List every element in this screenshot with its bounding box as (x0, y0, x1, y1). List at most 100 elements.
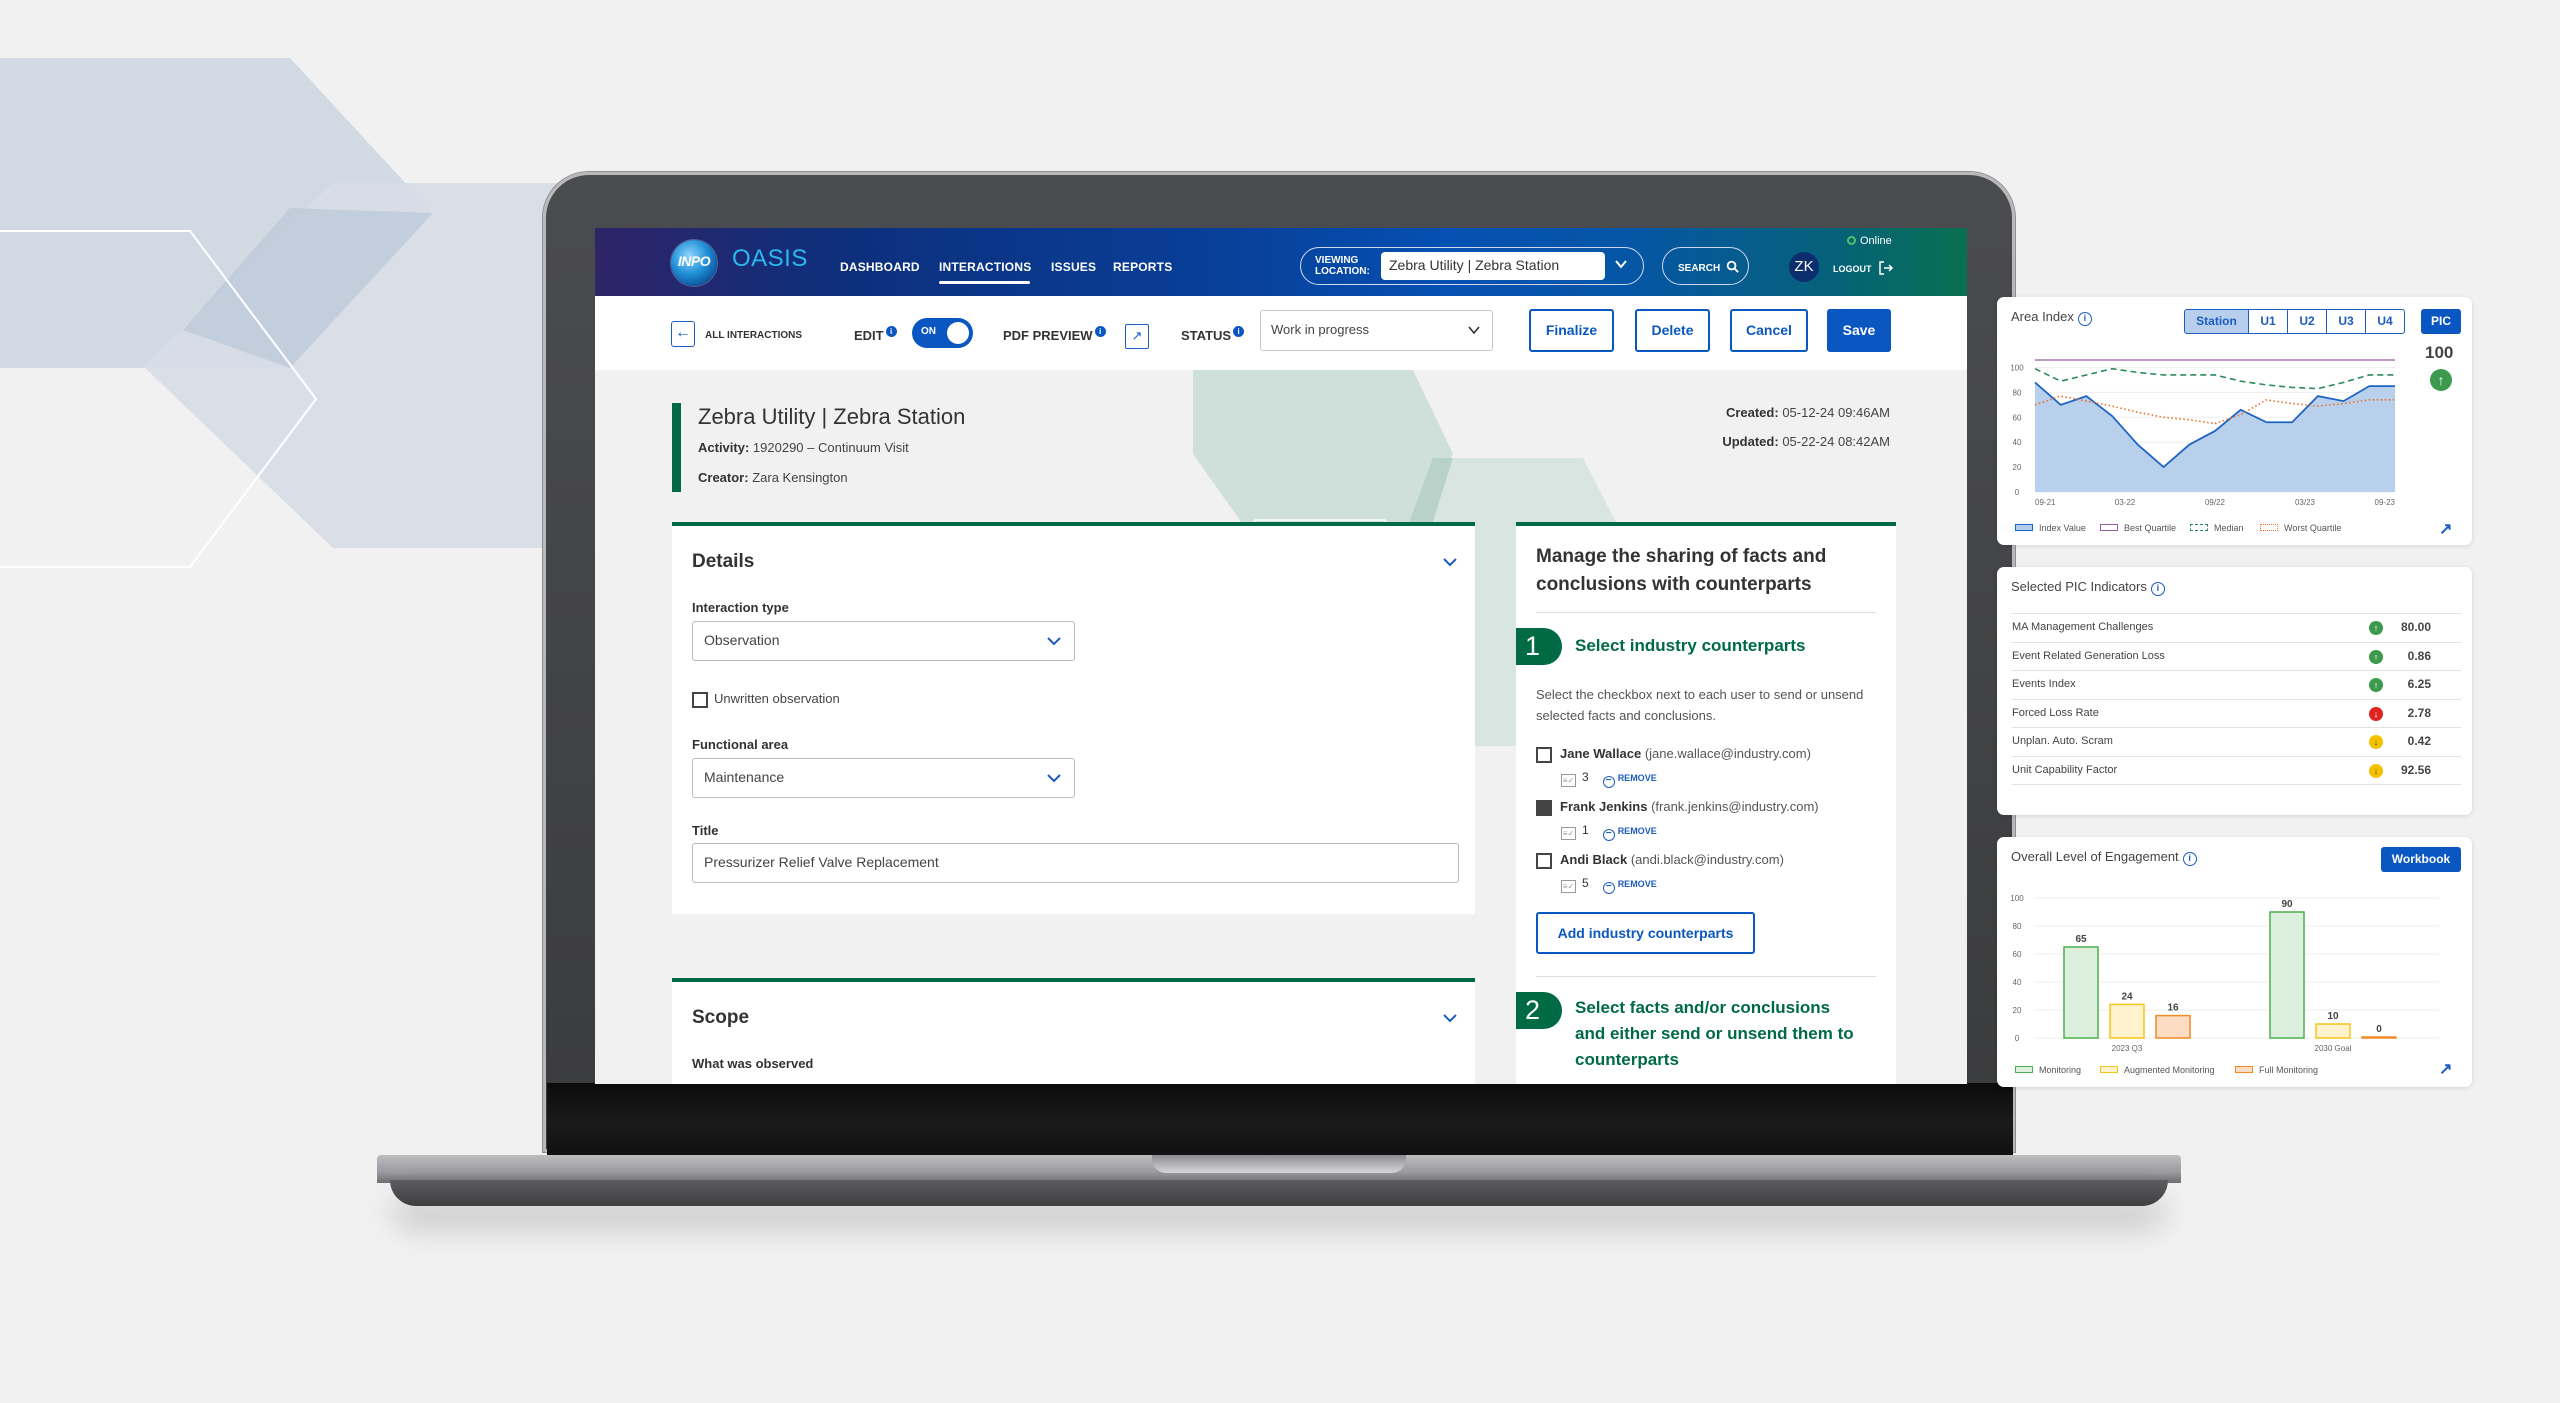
bar-augmented-monitoring (2315, 1023, 2351, 1039)
chevron-down-icon[interactable] (1442, 1012, 1458, 1024)
chevron-down-icon[interactable] (1442, 556, 1458, 568)
nav-dashboard[interactable]: DASHBOARD (840, 260, 920, 274)
segment-u3[interactable]: U3 (2326, 309, 2366, 334)
legend-swatch (2100, 1066, 2118, 1073)
pic-indicator-row[interactable]: Forced Loss Rate ↓ 2.78 (2012, 698, 2461, 727)
save-button[interactable]: Save (1827, 309, 1891, 352)
info-icon[interactable]: i (885, 326, 897, 337)
info-icon[interactable]: i (1094, 326, 1106, 337)
y-tick-label: 40 (2013, 438, 2022, 447)
segment-u1[interactable]: U1 (2248, 309, 2288, 334)
what-observed-label: What was observed (692, 1056, 814, 1071)
indicator-name: Unplan. Auto. Scram (2012, 735, 2113, 747)
viewing-location-selector[interactable]: VIEWING LOCATION: Zebra Utility | Zebra … (1300, 247, 1644, 285)
finalize-button[interactable]: Finalize (1529, 309, 1614, 352)
pic-indicator-row[interactable]: Events Index ↑ 6.25 (2012, 670, 2461, 698)
bar-monitoring (2269, 911, 2305, 1039)
interaction-toolbar: ← ALL INTERACTIONS EDIT i ON PDF PREVIEW i… (595, 296, 1967, 370)
record-activity: Activity: 1920290 – Continuum Visit (698, 440, 909, 455)
indicator-value: 0.42 (2407, 734, 2431, 748)
counterpart-meta: ≡✓ 1− REMOVE (1561, 823, 1657, 841)
pic-indicator-row[interactable]: Unplan. Auto. Scram ↓ 0.42 (2012, 727, 2461, 755)
divider (1536, 612, 1876, 613)
y-tick-label: 100 (2010, 363, 2024, 372)
open-external-icon[interactable]: ↗ (1125, 324, 1149, 349)
segment-u2[interactable]: U2 (2287, 309, 2327, 334)
counterpart-checkbox[interactable] (1536, 747, 1552, 763)
details-card: Details Interaction type Observation Unw… (672, 522, 1475, 914)
y-tick-label: 60 (2013, 950, 2022, 959)
functional-area-label: Functional area (692, 737, 789, 752)
logout-button[interactable]: LOGOUT (1833, 261, 1894, 275)
chevron-down-icon (1047, 774, 1061, 783)
legend-median: Median (2190, 523, 2244, 533)
remove-button[interactable]: − REMOVE (1602, 826, 1657, 841)
record-updated: Updated: 05-22-24 08:42AM (1722, 434, 1890, 449)
title-input[interactable]: Pressurizer Relief Valve Replacement (692, 843, 1459, 883)
pic-indicator-row[interactable]: Event Related Generation Loss ↑ 0.86 (2012, 641, 2461, 670)
area-index-widget: Area Index i Station U1 U2 U3 U4 PIC 100 … (1997, 297, 2472, 545)
minus-circle-icon: − (1602, 829, 1615, 841)
y-tick-label: 80 (2013, 388, 2022, 397)
laptop-notch (1152, 1155, 1406, 1173)
inpo-logo[interactable]: INPO (671, 240, 717, 286)
chevron-down-icon[interactable] (1613, 256, 1629, 272)
pic-indicator-row[interactable]: MA Management Challenges ↑ 80.00 (2012, 613, 2461, 641)
pic-indicators-title: Selected PIC Indicators i (2011, 579, 2165, 596)
counterpart-checkbox[interactable] (1536, 853, 1552, 869)
pic-indicators-widget: Selected PIC Indicators i MA Management C… (1997, 567, 2472, 815)
y-tick-label: 20 (2013, 463, 2022, 472)
search-button[interactable]: SEARCH (1662, 247, 1749, 285)
counterpart-row: Andi Black (andi.black@industry.com) (1536, 852, 1784, 869)
remove-button[interactable]: − REMOVE (1602, 879, 1657, 894)
arrow-up-icon: ↑ (2369, 649, 2383, 664)
record-created: Created: 05-12-24 09:46AM (1725, 405, 1890, 420)
nav-issues[interactable]: ISSUES (1051, 260, 1096, 274)
data-label: 90 (2281, 899, 2293, 910)
user-avatar[interactable]: ZK (1789, 252, 1819, 282)
interaction-type-select[interactable]: Observation (692, 621, 1075, 661)
viewing-location-input[interactable]: Zebra Utility | Zebra Station (1381, 252, 1605, 280)
legend-swatch (2100, 524, 2118, 531)
legend-swatch (2235, 1066, 2253, 1073)
brand-name: OASIS (732, 245, 808, 272)
functional-area-select[interactable]: Maintenance (692, 758, 1075, 798)
pdf-preview-label: PDF PREVIEW i (1003, 326, 1106, 343)
bar-monitoring (2063, 946, 2099, 1039)
indicator-name: MA Management Challenges (2012, 621, 2154, 633)
info-icon[interactable]: i (2077, 312, 2092, 326)
pic-indicator-row[interactable]: Unit Capability Factor ↓ 92.56 (2012, 755, 2461, 784)
edit-toggle[interactable]: ON (912, 318, 973, 348)
laptop-base-lower (390, 1180, 2168, 1206)
cancel-button[interactable]: Cancel (1730, 309, 1808, 352)
workbook-button[interactable]: Workbook (2381, 847, 2461, 872)
status-select[interactable]: Work in progress (1260, 310, 1493, 351)
segment-station[interactable]: Station (2184, 309, 2249, 334)
open-external-icon[interactable]: ↗ (2439, 519, 2457, 538)
y-tick-label: 20 (2013, 1006, 2022, 1015)
y-tick-label: 80 (2013, 922, 2022, 931)
pic-button[interactable]: PIC (2421, 309, 2461, 334)
info-icon[interactable]: i (2150, 582, 2165, 596)
counterpart-checkbox[interactable] (1536, 800, 1552, 816)
legend-monitoring: Monitoring (2015, 1065, 2081, 1075)
unwritten-observation-checkbox[interactable] (692, 692, 708, 708)
step-2-title: Select facts and/or conclusions and eith… (1575, 998, 1854, 1069)
data-label: 0 (2376, 1024, 2382, 1035)
app-screen: INPO OASIS DASHBOARD INTERACTIONS ISSUES… (595, 228, 1967, 1084)
remove-button[interactable]: − REMOVE (1602, 773, 1657, 788)
segment-u4[interactable]: U4 (2365, 309, 2405, 334)
open-external-icon[interactable]: ↗ (2439, 1059, 2457, 1078)
add-counterparts-button[interactable]: Add industry counterparts (1536, 912, 1755, 954)
all-interactions-link[interactable]: ALL INTERACTIONS (705, 330, 802, 341)
data-label: 65 (2075, 934, 2087, 945)
delete-button[interactable]: Delete (1635, 309, 1710, 352)
indicator-name: Forced Loss Rate (2012, 706, 2099, 719)
nav-reports[interactable]: REPORTS (1113, 260, 1172, 274)
nav-interactions[interactable]: INTERACTIONS (939, 260, 1031, 274)
info-icon[interactable]: i (2182, 852, 2197, 866)
checklist-icon: ≡✓ (1561, 774, 1576, 787)
info-icon[interactable]: i (1233, 326, 1245, 337)
back-arrow-icon[interactable]: ← (671, 321, 695, 347)
minus-circle-icon: − (1602, 882, 1615, 894)
